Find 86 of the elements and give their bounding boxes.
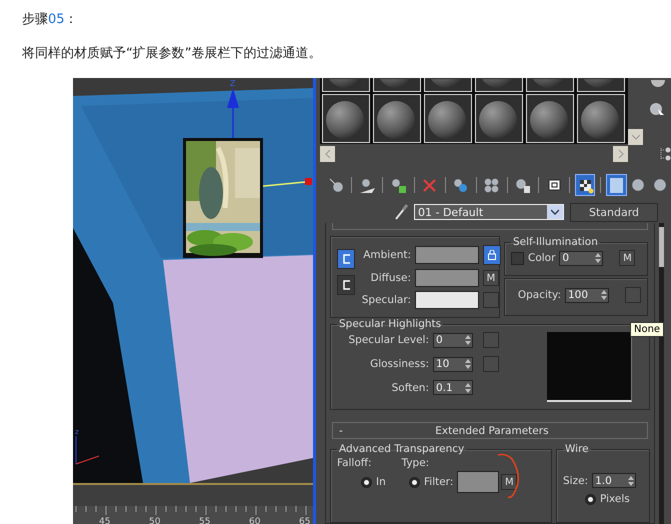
timeline-label: 65 <box>299 516 310 524</box>
field-label: Size: <box>563 474 588 486</box>
spinner-field[interactable]: 0.1 <box>433 380 473 395</box>
color-checkbox[interactable] <box>511 252 524 264</box>
scroll-right-button[interactable] <box>613 146 628 162</box>
group-title: Specular Highlights <box>338 318 442 330</box>
chevron-down-icon <box>551 209 559 216</box>
map-button[interactable]: M <box>619 250 636 266</box>
toolbar-button[interactable] <box>575 174 596 196</box>
spheres-swap-icon <box>452 176 470 194</box>
sphere-icon <box>630 176 648 194</box>
filter-color-swatch[interactable] <box>457 471 500 493</box>
field-label: Specular Level: <box>348 334 429 346</box>
group-title: Advanced Transparency <box>338 443 466 455</box>
bar-icon <box>608 176 625 194</box>
field-label: Glossiness: <box>369 358 429 370</box>
lock-button[interactable] <box>483 245 501 265</box>
field-label: Opacity: <box>518 289 561 301</box>
scrollbar[interactable] <box>659 223 664 524</box>
field-label: Color <box>528 252 556 264</box>
radio-button[interactable] <box>409 476 420 488</box>
toolbar-button[interactable] <box>606 174 626 196</box>
spinner-arrows-icon[interactable] <box>464 382 472 394</box>
link-toggle-button[interactable] <box>337 275 355 295</box>
tooltip: None <box>630 322 664 337</box>
material-type-button[interactable]: Standard <box>570 202 658 222</box>
color-swatch[interactable] <box>415 291 479 309</box>
lock-icon <box>488 250 496 260</box>
spinner-arrows-icon[interactable] <box>600 289 608 301</box>
dotted-links-icon[interactable] <box>659 146 671 162</box>
sphere-sheet-icon <box>514 176 532 194</box>
color-label: Ambient: <box>362 249 411 261</box>
step-heading: 步骤05： <box>22 10 79 29</box>
radio-label: Filter: <box>424 476 454 488</box>
sphere-cursor-icon[interactable] <box>649 102 665 118</box>
scroll-left-button[interactable] <box>320 146 335 162</box>
spinner-arrows-icon[interactable] <box>464 334 472 346</box>
spinner-field[interactable]: 0 <box>433 332 473 348</box>
chevron-right-icon <box>618 150 624 158</box>
eyedropper-icon[interactable] <box>394 204 408 220</box>
spinner-field[interactable]: 10 <box>433 356 473 372</box>
chevron-down-icon <box>632 134 640 140</box>
field-label: Soften: <box>390 382 429 394</box>
map-button[interactable]: M <box>501 474 518 490</box>
spinner-field[interactable]: 100 <box>565 288 609 302</box>
gizmo-handle-icon[interactable] <box>305 178 312 185</box>
chevron-left-icon <box>324 150 330 158</box>
sphere-arrow-icon <box>328 176 345 194</box>
instruction-text: 将同样的材质赋予“扩展参数”卷展栏下的过滤通道。 <box>22 45 322 63</box>
group-title: Self-Illumination <box>512 236 599 248</box>
color-swatch[interactable] <box>415 246 479 264</box>
delete-icon <box>421 176 438 194</box>
material-name-dropdown[interactable]: 01 - Default <box>414 204 564 220</box>
timeline-label: 55 <box>199 516 210 524</box>
spinner-arrows-icon[interactable] <box>464 358 472 370</box>
four-spheres-icon <box>483 176 500 194</box>
rollout-header[interactable]: - Extended Parameters <box>332 422 648 439</box>
timeline-label: 60 <box>249 516 260 524</box>
timeline-label: 50 <box>149 516 160 524</box>
color-label: Diffuse: <box>370 272 411 284</box>
color-label: Specular: <box>360 294 411 306</box>
spinner-field[interactable]: 1.0 <box>592 473 636 488</box>
field-label: Type: <box>402 457 430 469</box>
axis-label: Z <box>230 79 236 88</box>
rollout-title: Extended Parameters <box>434 424 550 436</box>
collapse-toggle[interactable]: - <box>339 424 343 436</box>
radio-button[interactable] <box>361 476 372 488</box>
axis-tripod-icon <box>76 436 100 464</box>
sphere-box-icon <box>390 176 407 194</box>
group-title: Wire <box>564 443 590 455</box>
radio-label: Pixels <box>600 493 630 505</box>
bracket-icon <box>342 280 350 290</box>
spinner-arrows-icon[interactable] <box>594 252 602 264</box>
timeline-label: 45 <box>99 516 110 524</box>
spinner-field[interactable]: 0 <box>559 250 604 266</box>
color-swatch[interactable] <box>415 269 479 287</box>
field-label: Falloff: <box>337 457 372 469</box>
map-button[interactable]: M <box>483 270 499 286</box>
radio-button[interactable] <box>585 494 596 504</box>
scroll-down-button[interactable] <box>628 129 643 146</box>
bracket-icon <box>342 254 350 264</box>
sphere-icon <box>652 176 670 194</box>
link-toggle-button[interactable] <box>337 249 355 269</box>
spinner-arrows-icon[interactable] <box>627 474 636 486</box>
sphere-plane-icon <box>358 176 376 194</box>
radio-label: In <box>376 476 386 488</box>
